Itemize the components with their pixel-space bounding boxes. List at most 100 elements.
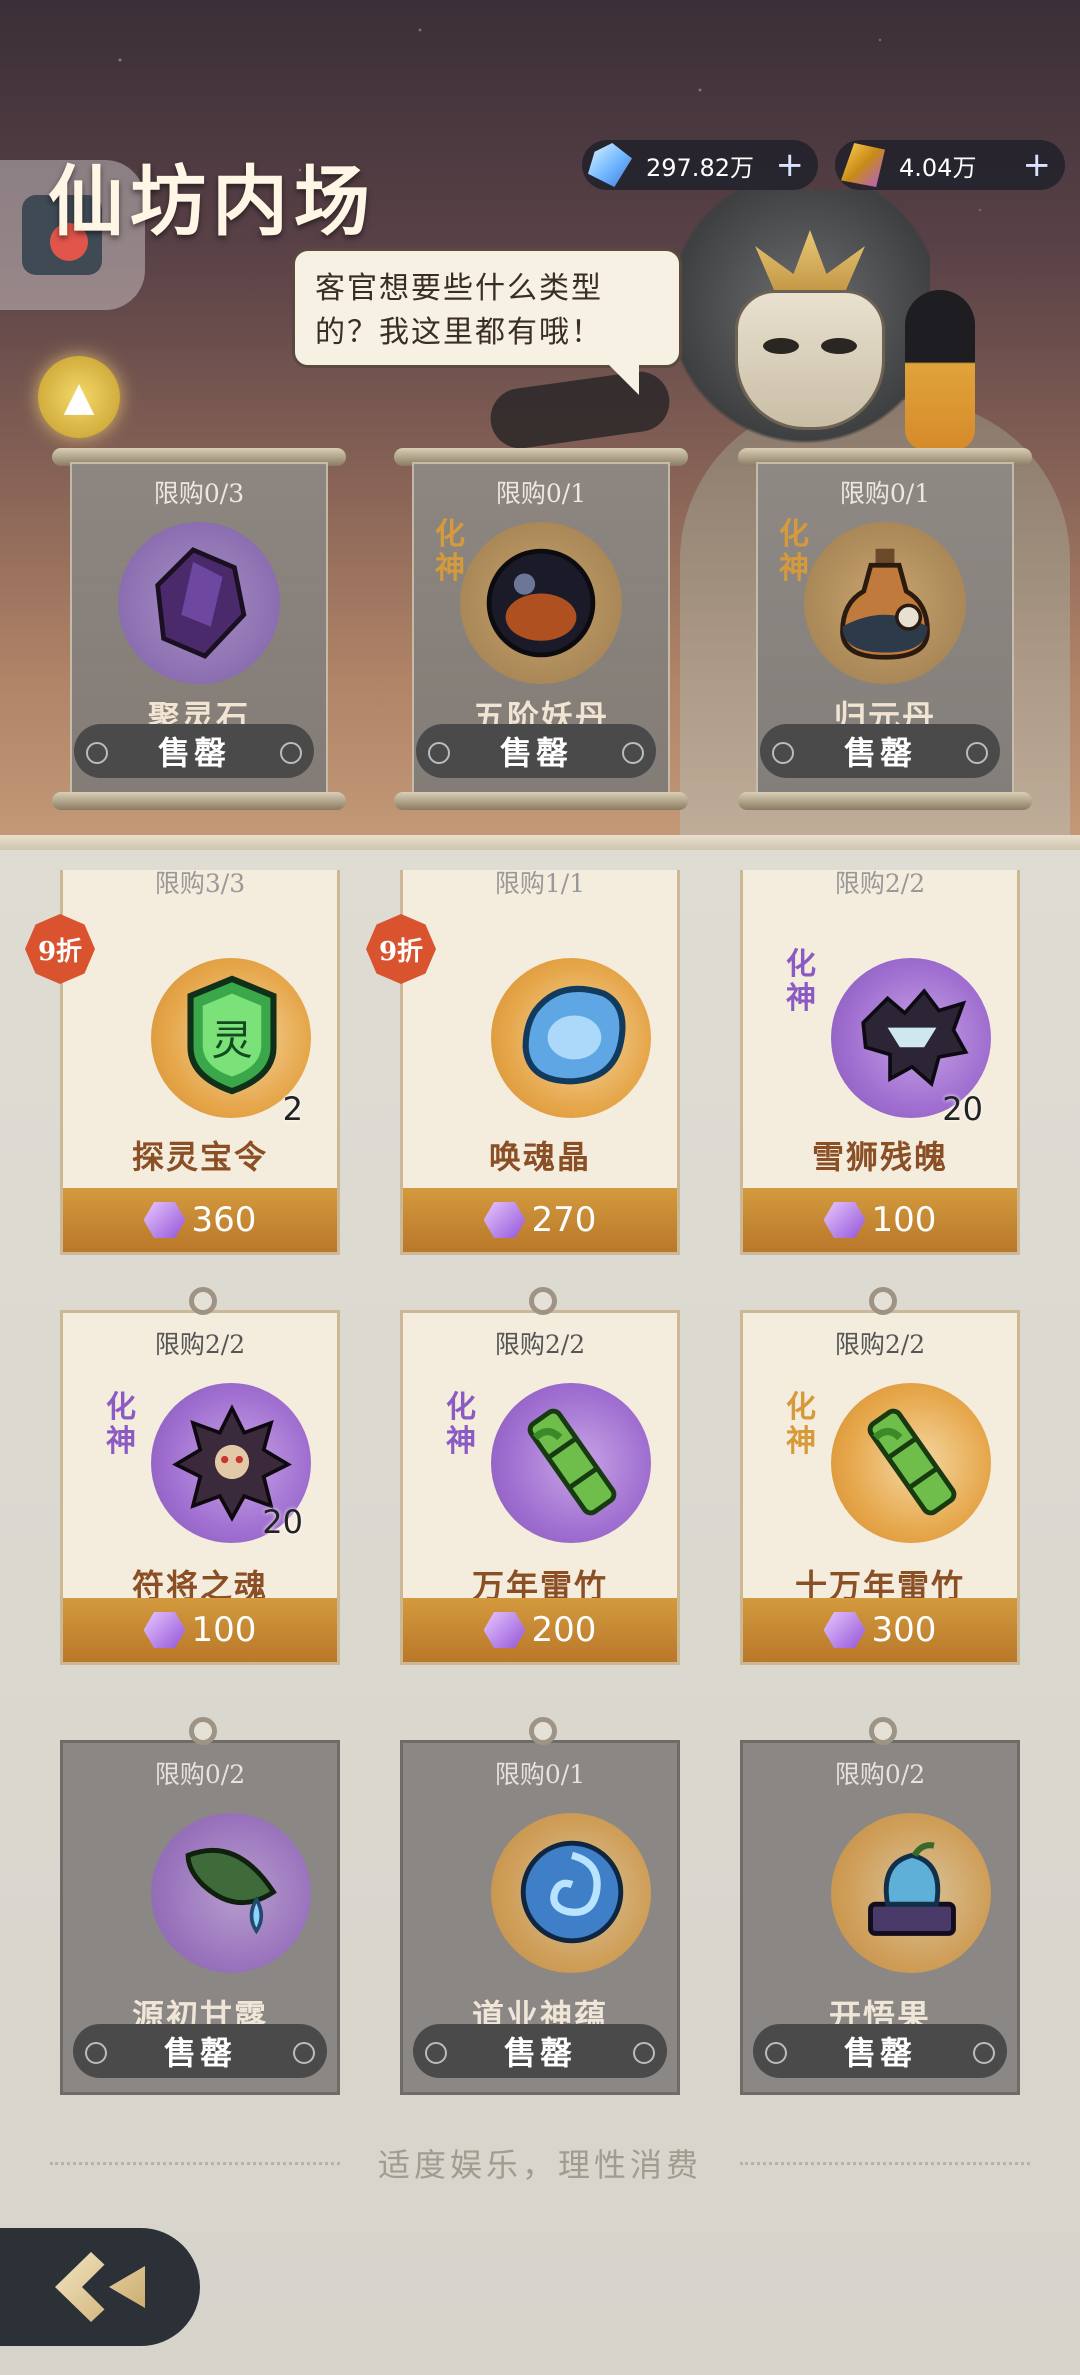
price-bar[interactable]: 360 (63, 1188, 337, 1252)
origin-dew-icon (171, 1831, 293, 1953)
svg-text:灵: 灵 (211, 1016, 252, 1065)
scroll-rod-bottom (52, 792, 346, 810)
purchase-limit: 限购2/2 (154, 1330, 246, 1359)
purchase-limit: 限购0/1 (495, 479, 587, 508)
item-quantity: 2 (282, 1090, 303, 1128)
add-gold-ticket-button[interactable]: + (1023, 148, 1052, 182)
purchase-limit: 限购1/1 (494, 869, 586, 898)
card-hook (189, 1287, 217, 1315)
thunder-bamboo-icon (511, 1401, 633, 1523)
sold-out-button[interactable]: 售罄 (760, 724, 1000, 778)
price-bar[interactable]: 270 (403, 1188, 677, 1252)
sold-out-button[interactable]: 售罄 (753, 2024, 1007, 2078)
featured-item-card[interactable]: 限购0/3 聚灵石 售罄 (52, 448, 346, 810)
item-price: 360 (191, 1200, 257, 1240)
elixir-gourd-icon (826, 544, 944, 662)
speech-text: 客官想要些什么类型的？我这里都有哦！ (315, 271, 603, 350)
spirit-stone-icon (140, 544, 258, 662)
sold-out-button[interactable]: 售罄 (413, 2024, 667, 2078)
price-bar[interactable]: 200 (403, 1598, 677, 1662)
tier-label: 化神 (446, 1390, 476, 1459)
price-bar[interactable]: 300 (743, 1598, 1017, 1662)
price-bar[interactable]: 100 (743, 1188, 1017, 1252)
currency-spirit-crystal: 297.82万 + (582, 140, 818, 190)
shop-item-card[interactable]: 限购2/2 化神 万年雷竹 200 (400, 1287, 680, 1665)
chevron-up-icon: ▲ (63, 374, 95, 420)
gold-ticket-icon (823, 1202, 866, 1238)
treasure-token-icon: 灵 (171, 974, 293, 1096)
scroll-rod-bottom (738, 792, 1032, 810)
gold-ticket-icon (483, 1202, 526, 1238)
card-hook (529, 1287, 557, 1315)
shop-item-card[interactable]: 限购2/2 化神 20 雪狮残魄 100 (740, 869, 1020, 1255)
card-hook (869, 1717, 897, 1745)
spirit-crystal-amount: 297.82万 (646, 153, 754, 182)
purchase-limit: 限购0/2 (154, 1760, 246, 1789)
item-price: 270 (531, 1200, 597, 1240)
gold-ticket-icon (823, 1612, 866, 1648)
item-price: 200 (531, 1610, 597, 1650)
item-name: 探灵宝令 (131, 1138, 268, 1176)
dao-essence-icon (511, 1831, 633, 1953)
purchase-limit: 限购0/1 (839, 479, 931, 508)
penguin-bird (905, 290, 975, 450)
gold-ticket-amount: 4.04万 (899, 153, 977, 182)
sold-out-button[interactable]: 售罄 (74, 724, 314, 778)
item-name: 雪狮残魄 (811, 1138, 948, 1176)
soul-crystal-icon (511, 974, 633, 1096)
collapse-toggle-button[interactable]: ▲ (38, 356, 120, 438)
shop-item-card[interactable]: 限购1/1 唤魂晶 270 (400, 869, 680, 1255)
tier-label: 化神 (106, 1390, 136, 1459)
scroll-rod-bottom (394, 792, 688, 810)
discount-badge: 9折 (25, 914, 95, 984)
stage-floor (0, 835, 1080, 850)
enlightenment-fruit-icon (851, 1831, 973, 1953)
page-title-text: 仙坊内场 (48, 157, 376, 246)
merchant-speech-bubble: 客官想要些什么类型的？我这里都有哦！ (292, 248, 682, 395)
responsible-gaming-note: 适度娱乐，理性消费 (0, 2140, 1080, 2186)
back-button[interactable] (0, 2228, 200, 2346)
purchase-limit: 限购0/1 (494, 1760, 586, 1789)
shop-item-card[interactable]: 限购2/2 化神 20 符将之魂 100 (60, 1287, 340, 1665)
demon-core-icon (482, 544, 600, 662)
item-quantity: 20 (262, 1503, 303, 1541)
shop-item-card[interactable]: 限购0/1 道业神蕴 售罄 (400, 1717, 680, 2095)
item-quantity: 20 (942, 1090, 983, 1128)
currency-gold-ticket: 4.04万 + (835, 140, 1065, 190)
discount-badge: 9折 (366, 914, 436, 984)
merchant-mask (735, 290, 885, 430)
tier-label: 化神 (779, 517, 809, 586)
snow-lion-soul-icon (851, 974, 973, 1096)
sold-out-button[interactable]: 售罄 (73, 2024, 327, 2078)
tier-label: 化神 (435, 517, 465, 586)
spirit-crystal-icon (588, 143, 632, 187)
page-title: 仙坊内场 (48, 140, 376, 250)
thunder-bamboo-icon (851, 1401, 973, 1523)
shop-header: 仙坊内场 297.82万 + 4.04万 + 客官想要些什么类型的？我这里都有哦… (0, 0, 1080, 850)
gold-ticket-icon (841, 143, 885, 187)
footer-note-text: 适度娱乐，理性消费 (377, 2146, 702, 2184)
featured-item-card[interactable]: 限购0/1 化神 归元丹 售罄 (738, 448, 1032, 810)
price-bar[interactable]: 100 (63, 1598, 337, 1662)
gold-ticket-icon (143, 1202, 186, 1238)
item-name: 唤魂晶 (488, 1138, 591, 1176)
purchase-limit: 限购0/2 (834, 1760, 926, 1789)
shop-item-card[interactable]: 限购0/2 开悟果 售罄 (740, 1717, 1020, 2095)
tier-label: 化神 (786, 947, 816, 1016)
shop-item-card[interactable]: 限购3/3 灵 2 探灵宝令 360 (60, 869, 340, 1255)
back-arrow-icon (55, 2252, 145, 2322)
shop-item-card[interactable]: 限购0/2 源初甘露 售罄 (60, 1717, 340, 2095)
item-price: 100 (191, 1610, 257, 1650)
purchase-limit: 限购0/3 (153, 479, 245, 508)
purchase-limit: 限购2/2 (834, 869, 926, 898)
featured-item-card[interactable]: 限购0/1 化神 五阶妖丹 售罄 (394, 448, 688, 810)
card-hook (529, 1717, 557, 1745)
item-price: 100 (871, 1200, 937, 1240)
card-hook (189, 1717, 217, 1745)
purchase-limit: 限购2/2 (494, 1330, 586, 1359)
item-price: 300 (871, 1610, 937, 1650)
add-spirit-crystal-button[interactable]: + (776, 148, 805, 182)
sold-out-button[interactable]: 售罄 (416, 724, 656, 778)
shop-item-card[interactable]: 限购2/2 化神 十万年雷竹 300 (740, 1287, 1020, 1665)
gold-ticket-icon (483, 1612, 526, 1648)
